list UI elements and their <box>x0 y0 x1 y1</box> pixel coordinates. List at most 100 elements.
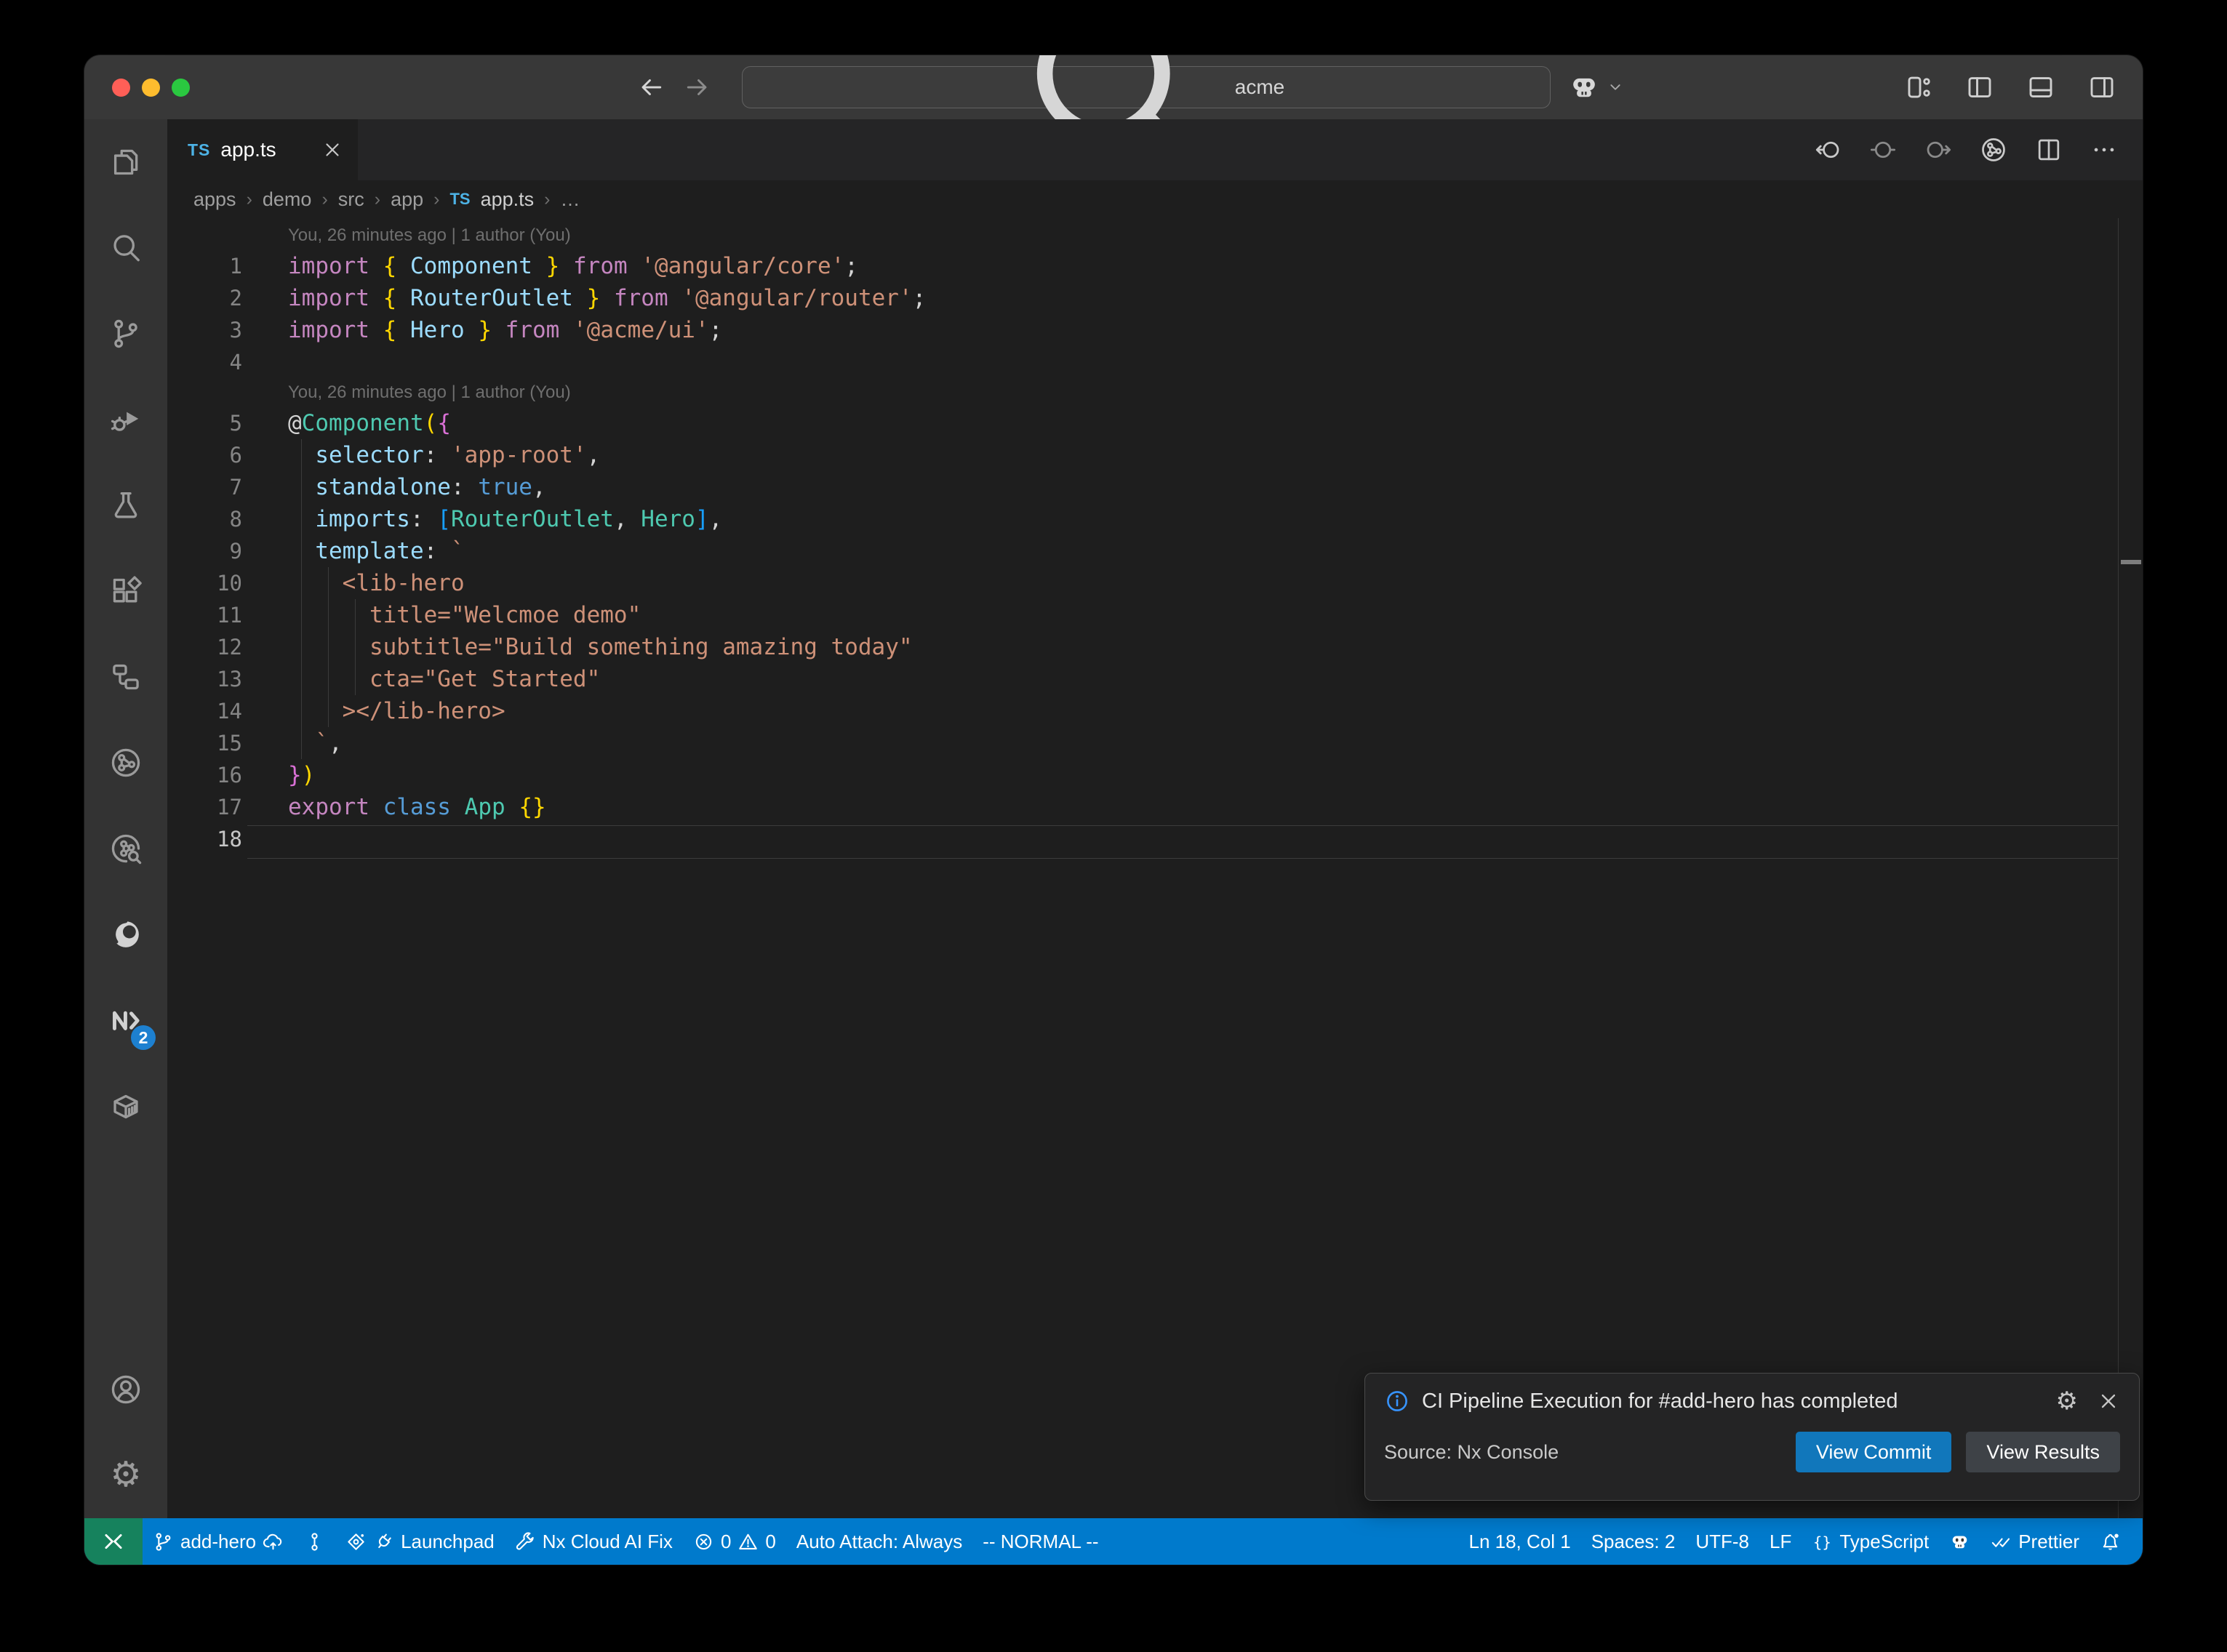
status-auto-attach[interactable]: Auto Attach: Always <box>786 1518 972 1565</box>
notification-toast: CI Pipeline Execution for #add-hero has … <box>1364 1373 2140 1501</box>
status-copilot[interactable] <box>1939 1518 1980 1565</box>
status-eol[interactable]: LF <box>1759 1518 1802 1565</box>
activity-beaker-icon[interactable] <box>84 462 167 548</box>
code-line: 17export class App {} <box>167 791 2143 823</box>
double-check-icon <box>1991 1531 2012 1552</box>
status-launchpad[interactable]: Launchpad <box>335 1518 505 1565</box>
activity-nx-graph-search-icon[interactable] <box>84 806 167 891</box>
navigate-forward-button[interactable] <box>684 73 713 102</box>
code-line: 16}) <box>167 759 2143 791</box>
notification-title: CI Pipeline Execution for #add-hero has … <box>1422 1390 2044 1414</box>
activity-badge: 2 <box>131 1025 156 1050</box>
ellipsis-icon[interactable] <box>2090 136 2118 164</box>
status-encoding[interactable]: UTF-8 <box>1685 1518 1759 1565</box>
error-icon <box>693 1531 714 1552</box>
nx-graph-circle-icon[interactable] <box>1980 136 2007 164</box>
copilot-icon <box>1568 71 1600 103</box>
panel-right-icon[interactable] <box>2087 73 2116 102</box>
status-cursor-position[interactable]: Ln 18, Col 1 <box>1458 1518 1580 1565</box>
panel-left-icon[interactable] <box>1965 73 1994 102</box>
scrollbar-divider <box>2118 218 2119 1518</box>
status-indentation[interactable]: Spaces: 2 <box>1581 1518 1686 1565</box>
status-problems[interactable]: 00 <box>683 1518 786 1565</box>
line-number: 9 <box>167 535 288 567</box>
activity-references-icon[interactable] <box>84 634 167 720</box>
code-line: 2import { RouterOutlet } from '@angular/… <box>167 282 2143 314</box>
activity-files-icon[interactable] <box>84 119 167 205</box>
activity-nx-icon[interactable]: 2 <box>84 977 167 1063</box>
activity-debug-alt-icon[interactable] <box>84 377 167 462</box>
status-notifications[interactable] <box>2090 1518 2131 1565</box>
command-center-search[interactable]: acme <box>742 66 1551 108</box>
breadcrumb-more[interactable]: … <box>561 188 580 211</box>
circle-dashes-icon[interactable] <box>1869 136 1897 164</box>
breadcrumb-item[interactable]: demo <box>263 188 312 211</box>
notification-settings-gear-icon[interactable]: ⚙ <box>2056 1389 2078 1414</box>
line-number: 5 <box>167 407 288 439</box>
line-number: 12 <box>167 631 288 663</box>
panel-bottom-icon[interactable] <box>2026 73 2055 102</box>
braces-icon: {} <box>1812 1531 1833 1552</box>
status-bar: add-hero LaunchpadNx Cloud AI Fix00 Auto A… <box>84 1518 2143 1565</box>
minimize-window-button[interactable] <box>142 79 160 97</box>
layout-customize-icon[interactable] <box>1904 73 1933 102</box>
split-editor-icon[interactable] <box>2035 136 2063 164</box>
warning-icon <box>737 1531 759 1552</box>
copilot-menu[interactable] <box>1568 71 1625 103</box>
line-number: 16 <box>167 759 288 791</box>
tab-app-ts[interactable]: TS app.ts <box>167 119 358 180</box>
activity-edge-icon[interactable] <box>84 891 167 977</box>
remote-indicator[interactable] <box>84 1518 143 1565</box>
activity-extensions-icon[interactable] <box>84 548 167 634</box>
notification-buttons: View Commit View Results <box>1796 1432 2120 1472</box>
launch-target-icon <box>345 1531 367 1552</box>
activity-nx-graph-circle-icon[interactable] <box>84 720 167 806</box>
tab-label: app.ts <box>220 138 276 161</box>
status-formatter[interactable]: Prettier <box>1980 1518 2090 1565</box>
status-label: TypeScript <box>1839 1531 1929 1553</box>
breadcrumb-item[interactable]: app <box>391 188 423 211</box>
status-vim-mode[interactable]: -- NORMAL -- <box>972 1518 1108 1565</box>
line-number: 1 <box>167 250 288 282</box>
activity-account-icon[interactable] <box>84 1347 167 1432</box>
code-line: 15 `, <box>167 727 2143 759</box>
view-commit-button[interactable]: View Commit <box>1796 1432 1952 1472</box>
activity-search-icon[interactable] <box>84 205 167 291</box>
circle-arrow-right-icon[interactable] <box>1924 136 1952 164</box>
view-results-button[interactable]: View Results <box>1966 1432 2120 1472</box>
breadcrumb-separator: › <box>321 189 327 210</box>
status-nx-cloud-ai-fix[interactable]: Nx Cloud AI Fix <box>505 1518 683 1565</box>
code-line: 5@Component({ <box>167 407 2143 439</box>
status-language[interactable]: {} TypeScript <box>1802 1518 1939 1565</box>
breadcrumb-file[interactable]: app.ts <box>481 188 535 211</box>
tab-close-button[interactable] <box>320 137 345 162</box>
navigate-back-button[interactable] <box>636 73 665 102</box>
status-label: Auto Attach: Always <box>796 1531 962 1553</box>
breadcrumb-separator: › <box>544 189 550 210</box>
code-line: 12 subtitle="Build something amazing tod… <box>167 631 2143 663</box>
maximize-window-button[interactable] <box>172 79 190 97</box>
edge-icon <box>109 918 143 951</box>
code-editor[interactable]: You, 26 minutes ago | 1 author (You)1imp… <box>167 218 2143 1518</box>
plug-icon <box>373 1531 394 1552</box>
breadcrumb-item[interactable]: apps <box>193 188 236 211</box>
activity-container-icon[interactable] <box>84 1063 167 1149</box>
line-number: 2 <box>167 282 288 314</box>
breadcrumb-item[interactable]: src <box>338 188 364 211</box>
gear-icon: ⚙ <box>110 1458 141 1493</box>
code-lines: You, 26 minutes ago | 1 author (You)1imp… <box>167 221 2143 855</box>
status-git-branch[interactable]: add-hero <box>143 1518 294 1565</box>
activity-settings-gear-icon[interactable]: ⚙ <box>84 1432 167 1518</box>
activity-source-control-icon[interactable] <box>84 291 167 377</box>
status-pipeline[interactable] <box>294 1518 335 1565</box>
line-number: 17 <box>167 791 288 823</box>
line-number: 14 <box>167 695 288 727</box>
close-window-button[interactable] <box>112 79 130 97</box>
notification-close-icon[interactable] <box>2097 1390 2120 1413</box>
close-icon <box>321 139 343 161</box>
breadcrumb-separator: › <box>375 189 380 210</box>
typescript-file-icon: TS <box>188 140 210 160</box>
remote-icon <box>103 1531 124 1552</box>
debug-alt-icon <box>109 403 143 436</box>
open-changes-back-icon[interactable] <box>1814 136 1842 164</box>
